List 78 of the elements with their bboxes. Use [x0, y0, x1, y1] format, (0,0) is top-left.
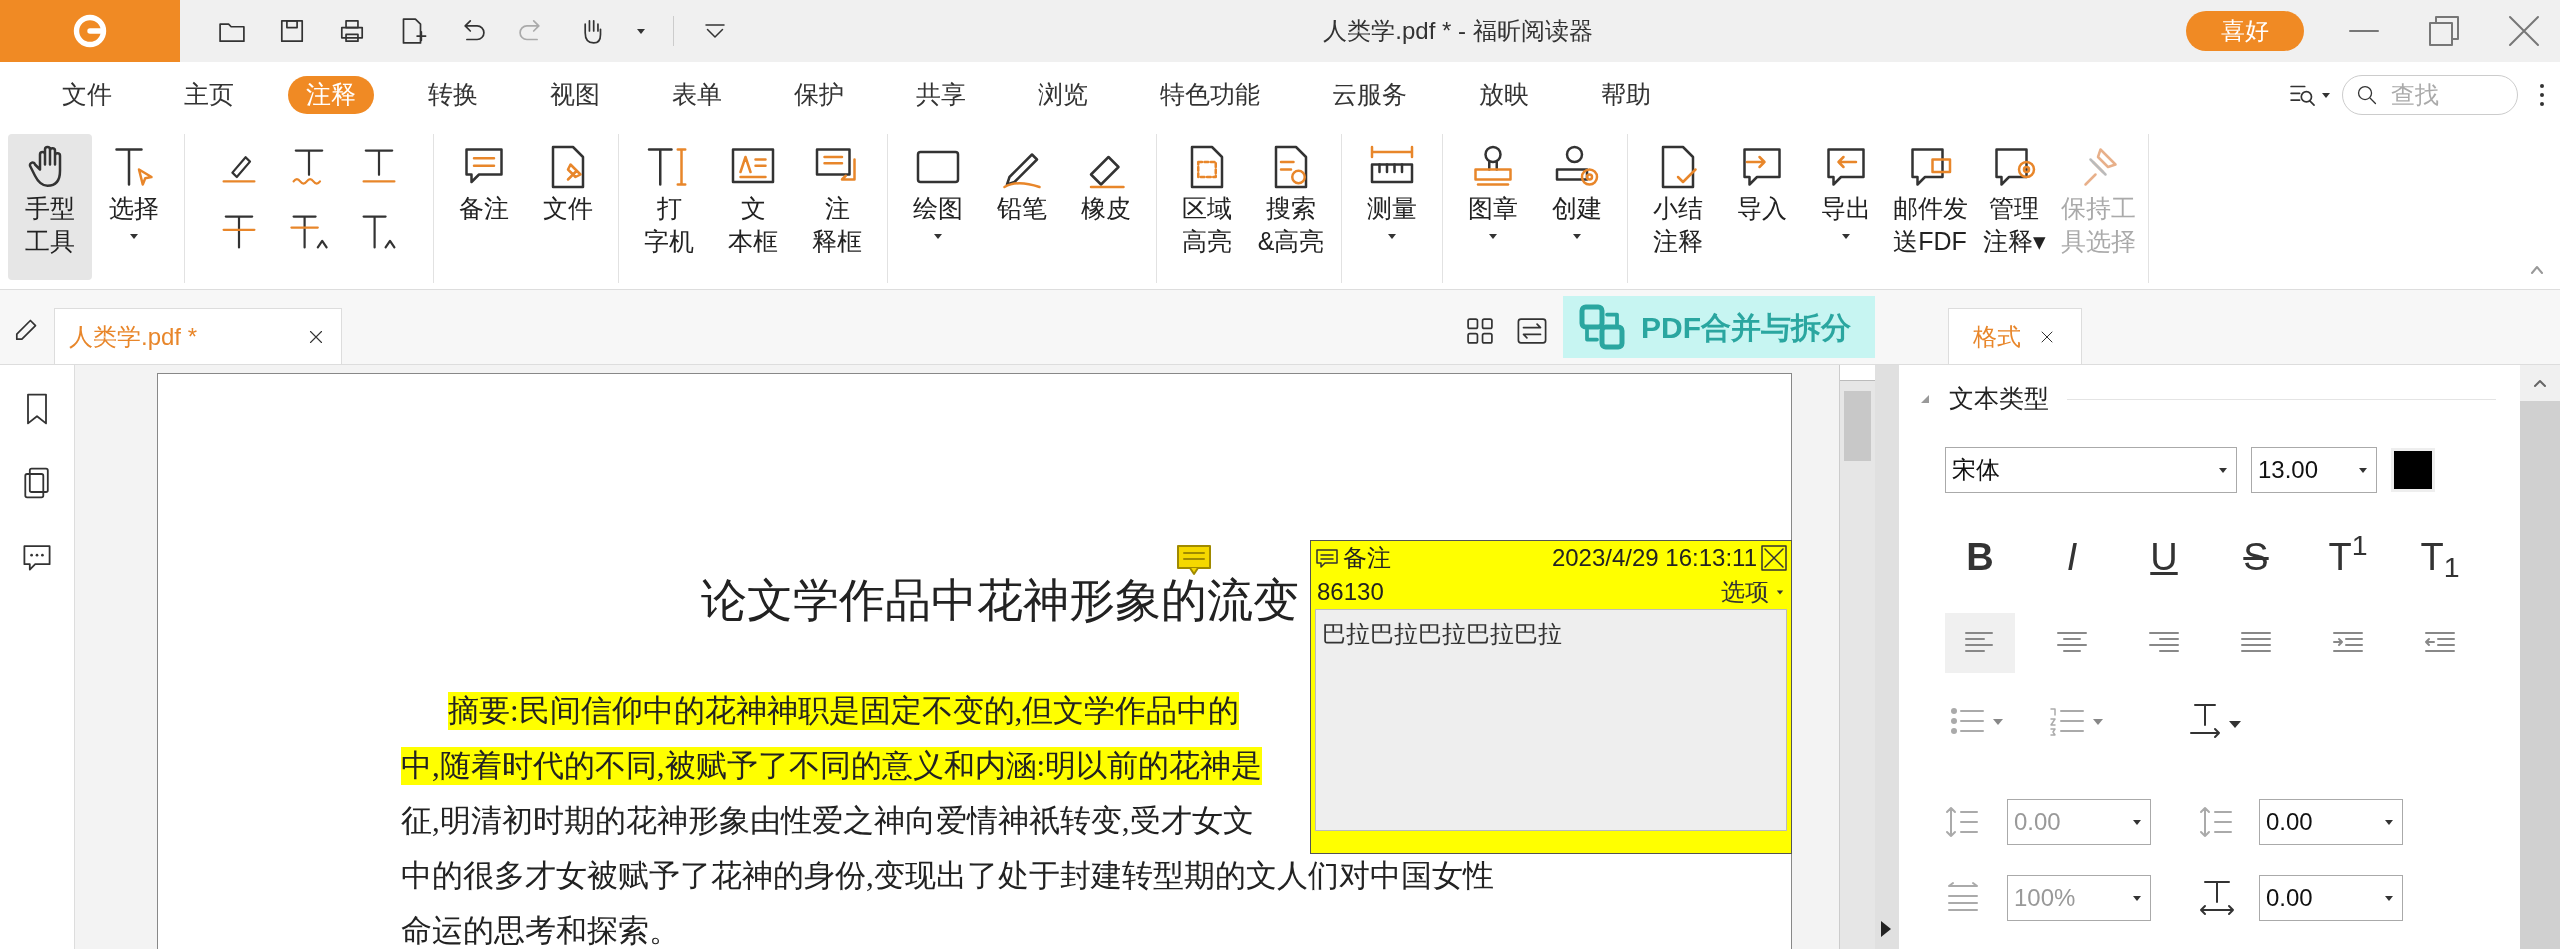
menu-tab[interactable]: 转换: [410, 76, 496, 114]
caret-icon: [2382, 817, 2396, 827]
logo-icon: [72, 13, 108, 49]
tab-label: 格式: [1973, 321, 2021, 352]
ribbon-tool[interactable]: 文 本框: [711, 134, 795, 280]
ribbon-tool[interactable]: 备注: [442, 134, 526, 280]
ribbon-tool[interactable]: 文件: [526, 134, 610, 280]
note-icon: [1315, 547, 1339, 569]
caret-icon: [2130, 817, 2144, 827]
ribbon-tool[interactable]: 绘图: [896, 134, 980, 280]
ribbon-tool[interactable]: 图章: [1451, 134, 1535, 280]
menu-tab[interactable]: 视图: [532, 76, 618, 114]
section-title: 文本类型: [1949, 383, 2049, 415]
menu-tab[interactable]: 共享: [898, 76, 984, 114]
ribbon-tool[interactable]: 手型 工具: [8, 134, 92, 280]
text-style-button[interactable]: T$_{1}$: [2405, 527, 2475, 587]
caret-icon: [2382, 893, 2396, 903]
ribbon-tool[interactable]: 铅笔: [980, 134, 1064, 280]
options-menu[interactable]: 选项: [1721, 574, 1785, 610]
ribbon-tool[interactable]: 打 字机: [627, 134, 711, 280]
note-date: 2023/4/29 16:13:11: [1551, 543, 1757, 573]
menu-tab[interactable]: 帮助: [1583, 76, 1669, 114]
ribbon-tool[interactable]: 导出: [1804, 134, 1888, 280]
spacing-dropdown[interactable]: 0.00: [2259, 799, 2403, 845]
ribbon-tool[interactable]: 区域 高亮: [1165, 134, 1249, 280]
menu-tab[interactable]: 表单: [654, 76, 740, 114]
menu-tab[interactable]: 浏览: [1020, 76, 1106, 114]
text-style-button[interactable]: T$^{1}$: [2313, 527, 2383, 587]
caret-icon[interactable]: [2320, 90, 2332, 100]
expand-icon[interactable]: [1879, 919, 1893, 939]
color-swatch[interactable]: [2391, 448, 2435, 492]
size-dropdown[interactable]: 13.00: [2251, 447, 2377, 493]
collapse-triangle-icon[interactable]: [1919, 393, 1931, 405]
text-style-button[interactable]: B: [1945, 527, 2015, 587]
menu-tab[interactable]: 放映: [1461, 76, 1547, 114]
spacing-dropdown[interactable]: 0.00: [2259, 875, 2403, 921]
menu-tab[interactable]: 特色功能: [1142, 76, 1278, 114]
ribbon-tool[interactable]: 选择: [92, 134, 176, 280]
close-icon[interactable]: [1761, 545, 1787, 571]
note-author: 86130: [1317, 577, 1385, 607]
ribbon-tool[interactable]: 创建: [1535, 134, 1619, 280]
text-style-button[interactable]: S: [2221, 527, 2291, 587]
caret-icon: [2216, 465, 2230, 475]
ribbon-tool[interactable]: 注 释框: [795, 134, 879, 280]
merge-split-icon: [1577, 302, 1627, 352]
document-title: 论文学作品中花神形象的流变: [701, 574, 1299, 628]
alignment-button[interactable]: [1945, 613, 2015, 673]
document-text-line: 中的很多才女被赋予了花神的身份,变现出了处于封建转型期的文人们对中国女性: [401, 857, 1494, 895]
note-title: 备注: [1343, 543, 1392, 573]
search-field[interactable]: 查找: [2342, 75, 2518, 115]
window-title: 人类学.pdf * - 福昕阅读器: [1322, 16, 1594, 46]
document-text-line: 命运的思考和探索。: [401, 912, 680, 949]
menu-tab[interactable]: 文件: [44, 76, 130, 114]
banner-text: PDF合并与拆分: [1641, 309, 1851, 346]
ribbon-tool[interactable]: 邮件发 送FDF: [1888, 134, 1972, 280]
ribbon-tool[interactable]: 橡皮: [1064, 134, 1148, 280]
menu-tab[interactable]: 保护: [776, 76, 862, 114]
ribbon-tool[interactable]: 搜索 &高亮: [1249, 134, 1333, 280]
ribbon-tool[interactable]: 导入: [1720, 134, 1804, 280]
ribbon-tool[interactable]: 管理 注释▾: [1972, 134, 2056, 280]
ribbon-tool[interactable]: 测量: [1350, 134, 1434, 280]
font-dropdown[interactable]: 宋体: [1945, 447, 2237, 493]
tab-label: 人类学.pdf *: [69, 321, 199, 352]
ribbon-tool[interactable]: 小结 注释: [1636, 134, 1720, 280]
menu-tab[interactable]: 云服务: [1314, 76, 1425, 114]
scrollbar[interactable]: [1839, 365, 1875, 949]
character-spacing-icon: [2197, 878, 2237, 918]
note-marker-icon[interactable]: [1176, 544, 1212, 576]
scrollbar[interactable]: [2520, 365, 2560, 949]
menu-tab[interactable]: 主页: [166, 76, 252, 114]
caret-icon[interactable]: [635, 26, 647, 36]
document-text-line: 征,明清初时期的花神形象由性爱之神向爱情神祇转变,受才女文: [401, 802, 1254, 840]
caret-icon: [1775, 588, 1785, 596]
caret-icon: [2130, 893, 2144, 903]
caret-icon: [2356, 465, 2370, 475]
note-content[interactable]: 巴拉巴拉巴拉巴拉巴拉: [1315, 609, 1787, 831]
text-style-button[interactable]: U: [2129, 527, 2199, 587]
text-style-button[interactable]: I: [2037, 527, 2107, 587]
